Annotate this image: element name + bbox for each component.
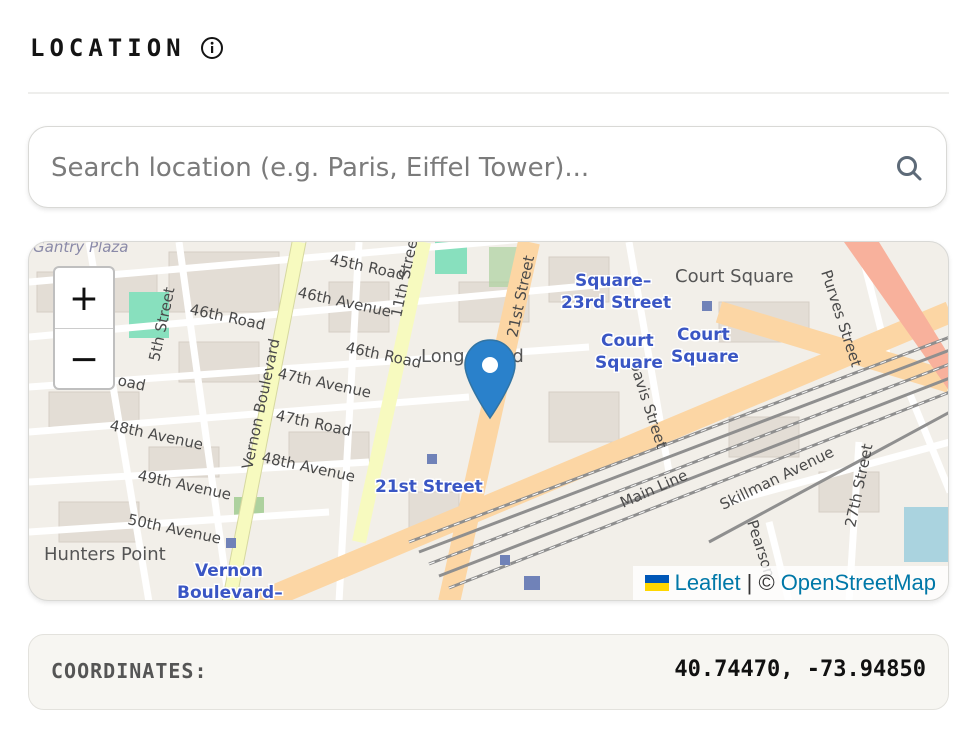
station-label: Square xyxy=(595,353,663,373)
search-button[interactable] xyxy=(892,151,926,185)
map-attribution: Leaflet | © OpenStreetMap xyxy=(632,566,948,600)
location-search-box xyxy=(28,126,947,208)
zoom-control: + − xyxy=(53,266,115,390)
zoom-in-button[interactable]: + xyxy=(55,268,113,329)
info-circle-icon[interactable] xyxy=(200,36,224,60)
map-label: 47th Avenue xyxy=(276,364,373,401)
zoom-out-button[interactable]: − xyxy=(55,329,113,388)
coordinates-value: 40.74470, -73.94850 xyxy=(674,657,926,682)
section-header: LOCATION xyxy=(30,30,224,66)
map-view[interactable]: 45th Road 46th Avenue 46th Road 46th Roa… xyxy=(28,241,949,601)
station-label: 21st Street xyxy=(375,477,483,497)
map-pin-icon[interactable] xyxy=(464,339,516,420)
station-label: Square– xyxy=(575,271,651,291)
station-label: Court xyxy=(601,331,654,351)
station-label: 23rd Street xyxy=(561,293,671,313)
map-label: Gantry Plaza xyxy=(33,242,129,256)
openstreetmap-link[interactable]: OpenStreetMap xyxy=(781,570,936,596)
coordinates-panel: COORDINATES: 40.74470, -73.94850 xyxy=(28,634,949,710)
leaflet-link[interactable]: Leaflet xyxy=(675,570,741,596)
map-tiles[interactable]: 45th Road 46th Avenue 46th Road 46th Roa… xyxy=(29,242,949,601)
station-label: Court xyxy=(677,325,730,345)
map-label: oad xyxy=(116,371,147,394)
section-title: LOCATION xyxy=(30,34,186,62)
header-divider xyxy=(28,92,949,94)
map-label: Court Square xyxy=(675,266,794,287)
station-label: Square xyxy=(671,347,739,367)
coordinates-label: COORDINATES: xyxy=(51,659,208,683)
station-label: Vernon xyxy=(195,561,263,581)
station-label: Boulevard– xyxy=(177,583,283,601)
location-search-input[interactable] xyxy=(49,145,873,191)
ukraine-flag-icon xyxy=(644,575,669,591)
map-label: Hunters Point xyxy=(44,544,166,565)
search-icon xyxy=(897,156,922,181)
attribution-separator: | © xyxy=(746,570,775,595)
